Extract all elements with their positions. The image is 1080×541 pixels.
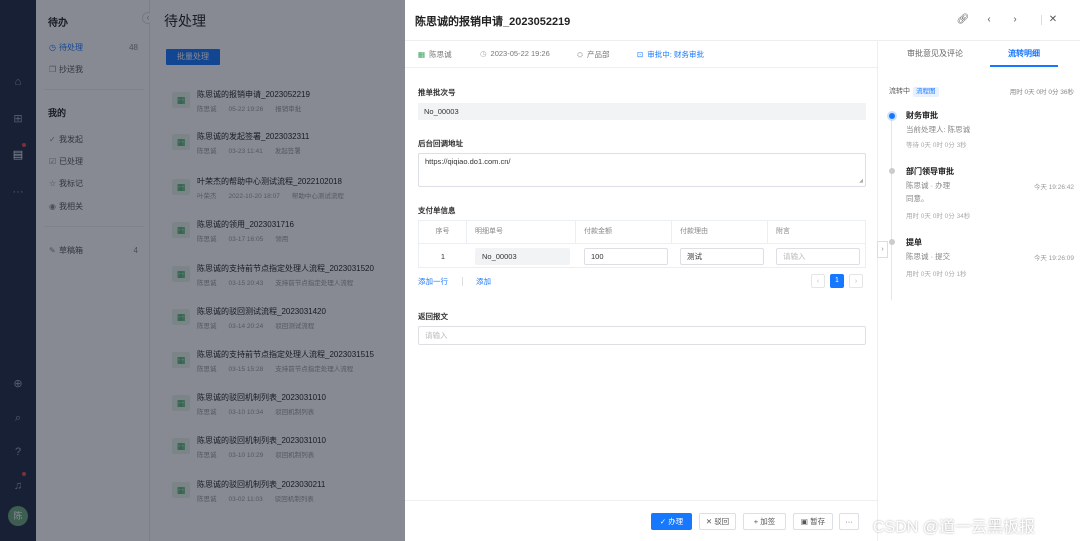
detail-no-field: No_00003	[475, 248, 570, 265]
close-icon[interactable]: ✕	[1046, 13, 1060, 27]
step-comment: 同意。	[906, 194, 929, 203]
meta-dept: ⛭ 产品部	[577, 49, 610, 60]
lock-icon: ⊡	[637, 50, 644, 59]
flow-state-text: 流转中	[889, 88, 910, 95]
note-input[interactable]: 请输入	[776, 248, 860, 265]
clock-icon: ◷	[480, 49, 487, 58]
chevron-right-icon[interactable]: ›	[1008, 13, 1022, 27]
divider	[405, 67, 877, 68]
step-handler: 陈思诚 · 提交	[906, 252, 951, 261]
column-header: 付款理由	[672, 221, 768, 243]
tab-comments[interactable]: 审批意见及评论	[907, 48, 963, 59]
timeline-line	[891, 250, 892, 300]
meta-status: ⊡ 审批中: 财务审批	[637, 49, 704, 60]
table-cell: 测试	[672, 244, 768, 269]
amount-input[interactable]: 100	[584, 248, 668, 265]
timeline-line	[891, 120, 892, 190]
drawer-title: 陈思诚的报销申请_2023052219	[415, 16, 571, 28]
column-header: 付款金额	[576, 221, 672, 243]
payment-table: 序号 明细单号 付款金额 付款理由 附言 1 No_00003 100 测试 请…	[418, 220, 866, 268]
active-tab-indicator	[990, 65, 1058, 67]
meta-dept-value: 产品部	[587, 50, 610, 59]
step-time: 今天 19:26:09	[1033, 255, 1074, 262]
step-name: 部门领导审批	[906, 167, 954, 176]
timeline-dot	[889, 168, 895, 174]
reject-button[interactable]: ✕ 驳回	[699, 513, 736, 530]
button-label: 办理	[668, 517, 684, 526]
field-label: 返回报文	[418, 312, 448, 321]
more-button[interactable]: ···	[839, 513, 859, 530]
timeline-dot	[889, 239, 895, 245]
field-label: 支付单信息	[418, 206, 456, 215]
step-handler: 当前处理人: 陈思诚	[906, 125, 971, 134]
meta-user: ▦ 陈思诚	[418, 49, 452, 60]
modal-overlay[interactable]	[0, 0, 405, 541]
callback-url-textarea[interactable]: https://qiqiao.do1.com.cn/ ◢	[418, 153, 866, 187]
org-icon: ⛭	[577, 50, 583, 59]
return-message-input[interactable]: 请输入	[418, 326, 866, 345]
table-cell: 100	[576, 244, 672, 269]
flowchart-badge[interactable]: 流程图	[913, 87, 939, 97]
meta-time-value: 2023-05-22 19:26	[490, 49, 550, 58]
step-handler: 陈思诚 · 办理	[906, 181, 951, 190]
add-link[interactable]: 添加	[476, 276, 491, 287]
callback-url-value: https://qiqiao.do1.com.cn/	[425, 157, 511, 166]
step-time: 今天 19:26:42	[1033, 184, 1074, 191]
button-label: 暂存	[810, 517, 826, 526]
resize-icon[interactable]: ◢	[859, 178, 863, 184]
flow-total-duration: 用时 0天 0时 0分 36秒	[1009, 89, 1074, 96]
page-number-button[interactable]: 1	[830, 274, 844, 288]
user-avatar-icon: ▦	[418, 50, 426, 59]
field-label: 推单批次号	[418, 88, 456, 97]
watermark: CSDN @道一云黑板报	[873, 519, 1036, 536]
divider	[1041, 15, 1042, 25]
button-label: 驳回	[714, 517, 730, 526]
handle-button[interactable]: ✓ 办理	[651, 513, 692, 530]
button-label: 加签	[760, 517, 776, 526]
meta-user-value: 陈思诚	[429, 50, 452, 59]
table-cell-index: 1	[440, 252, 446, 261]
column-header: 序号	[419, 221, 467, 243]
add-sign-button[interactable]: + 加签	[743, 513, 786, 530]
divider	[462, 277, 463, 286]
link-icon[interactable]: 🔗︎	[956, 13, 970, 27]
divider	[405, 40, 1080, 41]
detail-drawer: 陈思诚的报销申请_2023052219 🔗︎ ‹ › ✕ ▦ 陈思诚 ◷ 2023-…	[405, 0, 1080, 541]
step-duration: 用时 0天 0时 0分 1秒	[906, 271, 967, 278]
batch-no-field: No_00003	[418, 103, 866, 120]
step-duration: 等待 0天 0时 0分 3秒	[906, 142, 967, 149]
column-header: 明细单号	[467, 221, 576, 243]
timeline-dot-current	[889, 113, 895, 119]
column-header: 附言	[776, 228, 790, 235]
action-footer: ✓ 办理 ✕ 驳回 + 加签 ▣ 暂存 ···	[405, 500, 877, 541]
expand-panel-button[interactable]: ›	[877, 241, 888, 258]
table-cell: 请输入	[768, 244, 865, 269]
field-label: 后台回调地址	[418, 139, 463, 148]
chevron-left-icon[interactable]: ‹	[982, 13, 996, 27]
reason-input[interactable]: 测试	[680, 248, 764, 265]
tab-flow-detail[interactable]: 流转明细	[1008, 48, 1040, 59]
meta-status-value: 审批中: 财务审批	[647, 50, 704, 59]
step-duration: 用时 0天 0时 0分 34秒	[906, 213, 971, 220]
add-row-link[interactable]: 添加一行	[418, 276, 448, 287]
panel-divider	[877, 41, 878, 541]
meta-time: ◷ 2023-05-22 19:26	[480, 49, 550, 58]
save-draft-button[interactable]: ▣ 暂存	[793, 513, 833, 530]
next-page-button[interactable]: ›	[849, 274, 863, 288]
prev-page-button[interactable]: ‹	[811, 274, 825, 288]
flow-state: 流转中 流程图	[889, 86, 939, 97]
step-name: 财务审批	[906, 111, 938, 120]
table-cell: No_00003	[467, 244, 576, 269]
step-name: 提单	[906, 238, 922, 247]
